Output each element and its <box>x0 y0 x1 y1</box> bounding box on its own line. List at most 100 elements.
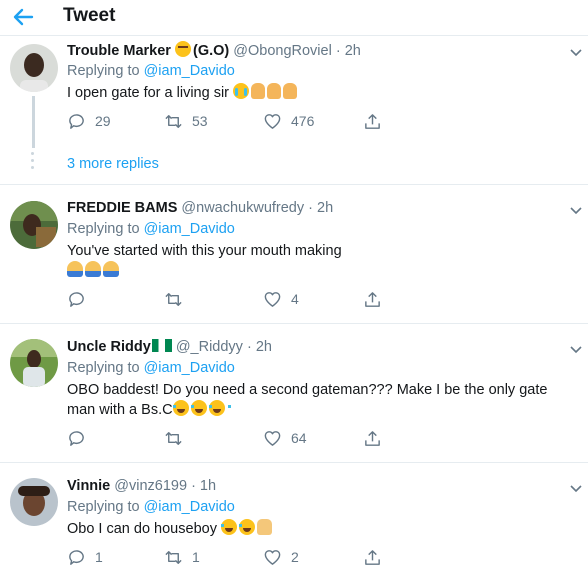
like-count: 476 <box>291 113 315 129</box>
like-button[interactable]: 2 <box>263 546 299 568</box>
tweet-body: You've started with this your mouth maki… <box>67 243 342 259</box>
reply-button[interactable] <box>67 427 95 449</box>
tweet-actions: 29 53 476 <box>67 110 407 132</box>
share-button[interactable] <box>363 427 382 449</box>
chevron-down-icon[interactable] <box>568 202 584 218</box>
tweet-body-line-1: OBO baddest! Do you need a second gatema… <box>67 382 548 398</box>
nigeria-flag-emoji-icon <box>151 339 172 352</box>
share-icon <box>365 549 380 565</box>
share-button[interactable] <box>363 288 382 310</box>
retweet-count: 1 <box>192 549 200 565</box>
mention-link[interactable]: @iam_Davido <box>144 63 235 79</box>
chevron-down-icon[interactable] <box>568 341 584 357</box>
author-handle[interactable]: @vinz6199 <box>114 478 187 494</box>
author-handle[interactable]: @_Riddyy <box>176 339 243 355</box>
replying-to: Replying to @iam_Davido <box>67 63 235 79</box>
replying-to: Replying to @iam_Davido <box>67 221 235 237</box>
thread-dots <box>31 152 35 173</box>
retweet-button[interactable] <box>164 288 192 310</box>
avatar[interactable] <box>10 44 58 92</box>
divider <box>0 462 588 463</box>
author-name[interactable]: Vinnie <box>67 478 110 494</box>
share-button[interactable] <box>363 546 382 568</box>
face-with-tears-of-joy-emoji-icon <box>208 400 231 416</box>
face-with-tears-of-joy-emoji-icon <box>238 519 261 535</box>
reply-button[interactable]: 29 <box>67 110 111 132</box>
timestamp[interactable]: · 2h <box>336 43 361 59</box>
replying-to-label: Replying to <box>67 63 140 79</box>
person-facepalming-emoji-icon <box>85 261 101 277</box>
mention-link[interactable]: @iam_Davido <box>144 221 235 237</box>
thread-connector <box>32 96 35 148</box>
author-name[interactable]: Trouble Marker <box>67 43 171 59</box>
reply-button[interactable]: 1 <box>67 546 103 568</box>
replying-to-label: Replying to <box>67 360 140 376</box>
back-arrow-icon[interactable] <box>8 2 38 32</box>
chevron-down-icon[interactable] <box>568 44 584 60</box>
tweet-body-line-2: man with a Bs.C <box>67 402 173 418</box>
author-handle[interactable]: @nwachukwufredy <box>181 200 304 216</box>
retweet-button[interactable] <box>164 427 192 449</box>
reply-button[interactable] <box>67 288 95 310</box>
author-line: Uncle Riddy @_Riddyy · 2h <box>67 339 272 355</box>
like-count: 4 <box>291 291 299 307</box>
reply-icon <box>69 291 84 307</box>
retweet-icon <box>165 550 182 564</box>
avatar[interactable] <box>10 478 58 526</box>
folded-hands-emoji-icon <box>283 83 298 99</box>
heart-icon <box>264 113 281 129</box>
avatar[interactable] <box>10 339 58 387</box>
face-with-tears-of-joy-emoji-icon <box>172 400 195 416</box>
author-line: FREDDIE BAMS @nwachukwufredy · 2h <box>67 200 333 216</box>
divider <box>0 184 588 185</box>
mention-link[interactable]: @iam_Davido <box>144 360 235 376</box>
author-name[interactable]: FREDDIE BAMS <box>67 200 177 216</box>
like-count: 64 <box>291 430 307 446</box>
timestamp[interactable]: · 2h <box>308 200 333 216</box>
replying-to: Replying to @iam_Davido <box>67 499 235 515</box>
share-icon <box>365 430 380 446</box>
tweet-actions: 4 <box>67 288 407 310</box>
share-button[interactable] <box>363 110 382 132</box>
author-handle[interactable]: @ObongRoviel <box>233 43 332 59</box>
author-line: Vinnie @vinz6199 · 1h <box>67 478 216 494</box>
page-title: Tweet <box>63 5 116 26</box>
retweet-icon <box>165 114 182 128</box>
folded-hands-emoji-icon <box>267 83 282 99</box>
tweet-text: You've started with this your mouth maki… <box>67 241 567 281</box>
author-name[interactable]: Uncle Riddy <box>67 339 151 355</box>
like-button[interactable]: 64 <box>263 427 307 449</box>
heart-icon <box>264 430 281 446</box>
like-count: 2 <box>291 549 299 565</box>
like-button[interactable]: 476 <box>263 110 314 132</box>
heart-icon <box>264 291 281 307</box>
like-button[interactable]: 4 <box>263 288 299 310</box>
timestamp[interactable]: · 1h <box>191 478 216 494</box>
person-facepalming-emoji-icon <box>67 261 83 277</box>
replying-to-label: Replying to <box>67 221 140 237</box>
top-bar: Tweet <box>0 0 588 36</box>
face-with-tears-of-joy-emoji-icon <box>220 519 243 535</box>
author-name-suffix: (G.O) <box>192 43 230 59</box>
more-replies-link[interactable]: 3 more replies <box>67 156 159 172</box>
timestamp[interactable]: · 2h <box>247 339 272 355</box>
author-line: Trouble Marker (G.O) @ObongRoviel · 2h <box>67 41 361 59</box>
retweet-button[interactable]: 53 <box>164 110 208 132</box>
person-facepalming-emoji-icon <box>103 261 119 277</box>
mention-link[interactable]: @iam_Davido <box>144 499 235 515</box>
tweet-body: Obo I can do houseboy <box>67 521 217 537</box>
unamused-face-emoji-icon <box>174 41 191 57</box>
folded-hands-emoji-icon <box>251 83 266 99</box>
heart-icon <box>264 549 281 565</box>
tweet-text: OBO baddest! Do you need a second gatema… <box>67 380 567 420</box>
chevron-down-icon[interactable] <box>568 480 584 496</box>
retweet-button[interactable]: 1 <box>164 546 200 568</box>
divider <box>0 323 588 324</box>
reply-icon <box>69 113 84 129</box>
share-icon <box>365 113 380 129</box>
avatar[interactable] <box>10 201 58 249</box>
tweet-actions: 1 1 2 <box>67 546 407 568</box>
reply-icon <box>69 430 84 446</box>
reply-icon <box>69 549 84 565</box>
retweet-icon <box>165 431 182 445</box>
